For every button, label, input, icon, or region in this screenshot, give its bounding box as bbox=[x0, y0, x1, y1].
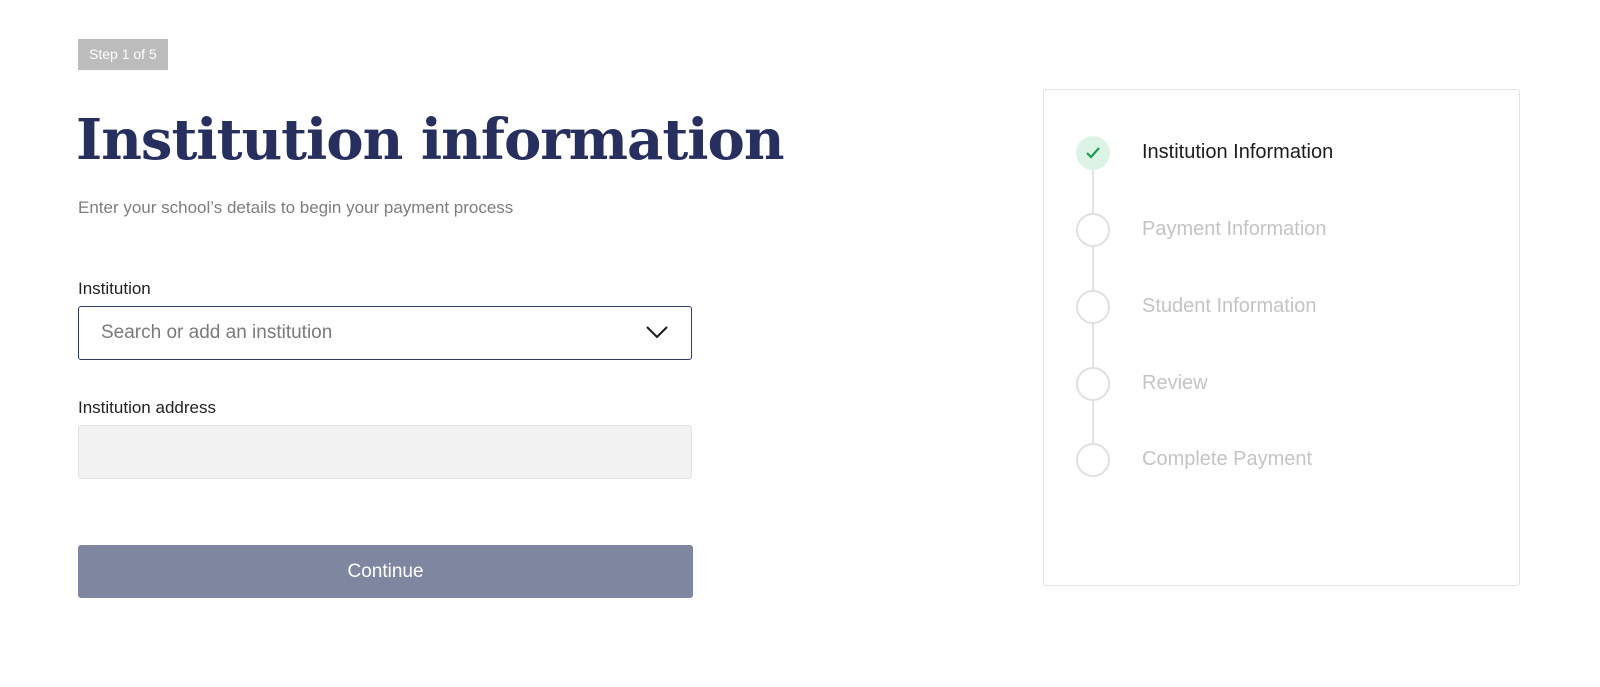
step-indicator-badge: Step 1 of 5 bbox=[78, 39, 168, 70]
step-pending-circle bbox=[1076, 443, 1110, 477]
step-pending-circle bbox=[1076, 367, 1110, 401]
progress-step-student-information: Student Information bbox=[1076, 290, 1496, 324]
step-pending-circle bbox=[1076, 290, 1110, 324]
page: Step 1 of 5 Institution information Ente… bbox=[0, 0, 1600, 687]
institution-address-label: Institution address bbox=[78, 398, 216, 417]
progress-card: Institution Information Payment Informat… bbox=[1043, 89, 1520, 586]
chevron-down-icon[interactable] bbox=[645, 324, 669, 340]
page-title: Institution information bbox=[76, 107, 785, 173]
step-label: Institution Information bbox=[1142, 141, 1334, 163]
progress-step-institution-information: Institution Information bbox=[1076, 136, 1496, 170]
progress-step-complete-payment: Complete Payment bbox=[1076, 443, 1496, 477]
page-subtitle: Enter your school’s details to begin you… bbox=[78, 198, 514, 217]
institution-select[interactable] bbox=[78, 306, 692, 360]
step-pending-circle bbox=[1076, 213, 1110, 247]
step-label: Student Information bbox=[1142, 295, 1317, 317]
step-label: Review bbox=[1142, 372, 1208, 394]
institution-search-input[interactable] bbox=[101, 307, 621, 358]
progress-step-payment-information: Payment Information bbox=[1076, 213, 1496, 247]
step-label: Complete Payment bbox=[1142, 448, 1313, 470]
institution-address-field bbox=[78, 425, 692, 479]
continue-button[interactable]: Continue bbox=[78, 545, 693, 598]
step-complete-circle bbox=[1076, 136, 1110, 170]
checkmark-icon bbox=[1086, 147, 1100, 159]
progress-step-review: Review bbox=[1076, 367, 1496, 401]
step-label: Payment Information bbox=[1142, 218, 1327, 240]
institution-label: Institution bbox=[78, 279, 151, 298]
